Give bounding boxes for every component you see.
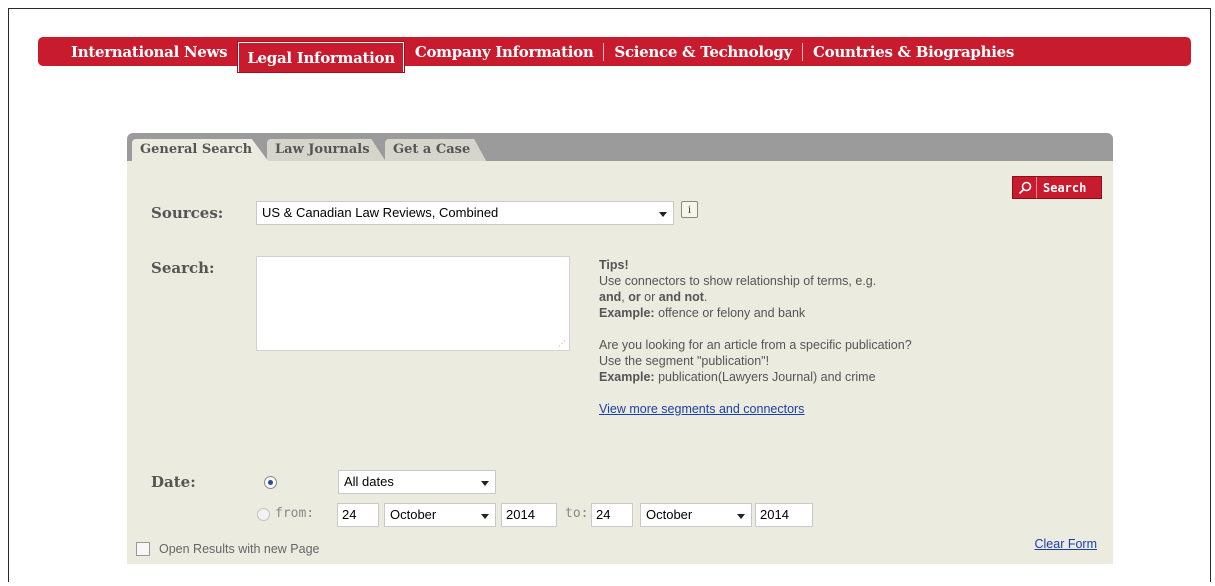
tips-line3: Are you looking for an article from a sp… bbox=[599, 338, 912, 352]
sources-select-value: US & Canadian Law Reviews, Combined bbox=[262, 205, 499, 220]
nav-countries-biographies[interactable]: Countries & Biographies bbox=[803, 42, 1024, 62]
chevron-down-icon bbox=[659, 212, 667, 217]
tips-title: Tips! bbox=[599, 258, 629, 272]
chevron-down-icon bbox=[481, 514, 489, 519]
search-label: Search: bbox=[151, 259, 215, 277]
search-panel: Get a Case Law Journals General Search S… bbox=[127, 133, 1113, 564]
tab-general-search[interactable]: General Search bbox=[132, 139, 269, 161]
date-label: Date: bbox=[151, 473, 196, 491]
open-new-page-checkbox[interactable] bbox=[136, 542, 150, 556]
nav-science-technology[interactable]: Science & Technology bbox=[604, 42, 802, 62]
nav-company-information[interactable]: Company Information bbox=[405, 42, 604, 62]
from-label: from: bbox=[275, 506, 315, 521]
date-range-radio[interactable] bbox=[257, 508, 270, 521]
date-preset-select[interactable]: All dates bbox=[338, 470, 496, 494]
tips-panel: Tips! Use connectors to show relationshi… bbox=[599, 257, 1019, 417]
from-month-select[interactable]: October bbox=[384, 503, 496, 527]
search-button[interactable]: Search bbox=[1012, 176, 1102, 199]
view-segments-link[interactable]: View more segments and connectors bbox=[599, 402, 804, 416]
from-month-value: October bbox=[390, 507, 437, 522]
resize-grip-icon[interactable]: ⋰ bbox=[558, 339, 566, 348]
to-day-field[interactable]: 24 bbox=[591, 503, 633, 527]
to-label: to: bbox=[565, 506, 589, 521]
tips-line4: Use the segment "publication"! bbox=[599, 354, 770, 368]
date-preset-value: All dates bbox=[344, 474, 394, 489]
nav-international-news[interactable]: International News bbox=[61, 42, 237, 62]
tab-get-a-case[interactable]: Get a Case bbox=[385, 139, 487, 161]
sources-select[interactable]: US & Canadian Law Reviews, Combined bbox=[256, 201, 674, 225]
chevron-down-icon bbox=[737, 514, 745, 519]
tab-bar: Get a Case Law Journals General Search bbox=[127, 133, 1113, 161]
tips-example2: Example: publication(Lawyers Journal) an… bbox=[599, 370, 876, 384]
search-button-label: Search bbox=[1043, 180, 1087, 195]
from-day-field[interactable]: 24 bbox=[337, 503, 379, 527]
search-textarea[interactable]: ⋰ bbox=[256, 256, 570, 351]
nav-legal-information[interactable]: Legal Information bbox=[238, 41, 404, 72]
info-icon-glyph: i bbox=[687, 202, 692, 216]
tips-example1: Example: offence or felony and bank bbox=[599, 306, 806, 320]
to-month-value: October bbox=[646, 507, 693, 522]
sources-label: Sources: bbox=[151, 204, 224, 222]
from-year-field[interactable]: 2014 bbox=[501, 503, 557, 527]
date-preset-radio[interactable] bbox=[264, 476, 277, 489]
tips-line1: Use connectors to show relationship of t… bbox=[599, 274, 877, 288]
to-year-field[interactable]: 2014 bbox=[755, 503, 813, 527]
search-icon bbox=[1013, 177, 1037, 198]
clear-form-link[interactable]: Clear Form bbox=[1034, 537, 1097, 551]
tips-connectors: and, or or and not. bbox=[599, 290, 708, 304]
to-month-select[interactable]: October bbox=[640, 503, 752, 527]
chevron-down-icon bbox=[481, 481, 489, 486]
info-icon[interactable]: i bbox=[681, 201, 698, 218]
main-navigation: International News Legal Information Com… bbox=[38, 37, 1191, 72]
open-new-page-label: Open Results with new Page bbox=[159, 542, 320, 556]
tab-law-journals[interactable]: Law Journals bbox=[267, 139, 386, 161]
